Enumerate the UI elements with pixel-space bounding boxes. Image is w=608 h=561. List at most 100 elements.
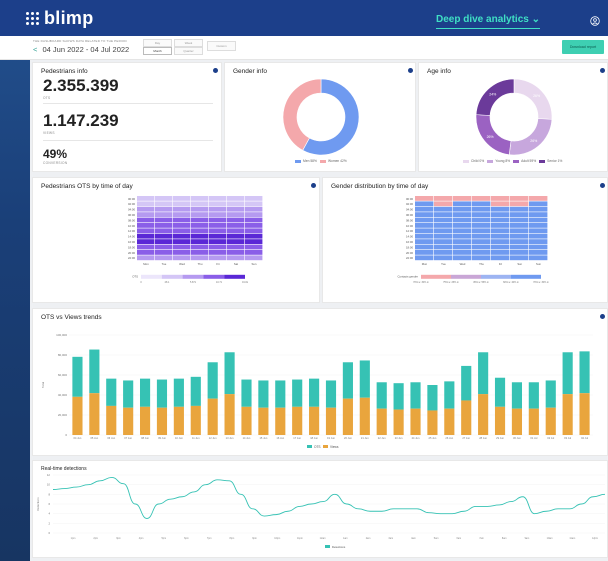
day-label: Thu xyxy=(198,262,203,266)
heatmap-cell xyxy=(453,244,472,250)
heatmap-cell xyxy=(155,212,173,217)
bar-ots xyxy=(139,378,151,407)
period-selector[interactable]: < 04 Jun 2022 - 04 Jul 2022 xyxy=(33,45,129,54)
heatmap-cell xyxy=(173,233,191,239)
heatmap-cell xyxy=(434,239,453,244)
donut-slice-label: 26% xyxy=(487,135,494,139)
heatmap-cell xyxy=(434,206,453,212)
heatmap-cell xyxy=(227,196,245,201)
x-tick: 04 Jun xyxy=(74,436,82,440)
heatmap-cell xyxy=(137,201,155,207)
y-tick: 100,000 xyxy=(56,333,67,337)
blimp-logo[interactable]: blimp xyxy=(26,8,94,29)
heatmap-cell xyxy=(227,239,245,244)
hour-label: 00:00 xyxy=(128,197,135,201)
bar-views xyxy=(241,406,252,435)
bar-ots xyxy=(376,382,387,409)
donut-slice-d xyxy=(475,78,515,116)
x-tick: 11 Jun xyxy=(192,436,200,440)
info-icon[interactable] xyxy=(408,68,413,73)
heatmap-cell xyxy=(472,255,491,261)
hour-label: 00:00 xyxy=(406,197,413,201)
heatmap-cell xyxy=(472,233,491,239)
heatmap-cell xyxy=(209,244,227,250)
heatmap-cell xyxy=(209,212,227,217)
heatmap-cell xyxy=(472,250,491,255)
heatmap-cell xyxy=(415,196,434,201)
bar-views xyxy=(275,407,286,435)
scale-tick: 70% w. 30% m xyxy=(533,281,549,284)
heatmap-cell xyxy=(209,223,227,228)
heatmap-cell xyxy=(227,255,245,261)
heatmap-cell xyxy=(191,206,209,212)
heatmap-cell xyxy=(529,212,548,217)
ots-value: 2.355.399 xyxy=(43,76,119,95)
day-label: Sun xyxy=(252,262,257,266)
x-tick: 6am xyxy=(456,537,461,540)
heatmap-cell xyxy=(491,228,510,234)
heatmap-cell xyxy=(453,212,472,217)
heatmap-cell xyxy=(510,250,529,255)
bar-ots xyxy=(241,379,252,407)
info-icon[interactable] xyxy=(213,68,218,73)
age-info-card: Age info 26% 26% 26% 24% Child 0% Young 8% … xyxy=(418,62,608,172)
segment-quarter[interactable]: Quarter xyxy=(174,47,203,55)
heatmap-cell xyxy=(227,206,245,212)
chevron-left-icon[interactable]: < xyxy=(33,45,37,54)
heatmap-cell xyxy=(453,223,472,228)
bar-views xyxy=(444,408,455,435)
heatmap-cell xyxy=(510,196,529,201)
bar-views xyxy=(139,406,151,435)
x-tick: 22 Jun xyxy=(378,436,386,440)
hour-label: 04:00 xyxy=(128,208,135,212)
info-icon[interactable] xyxy=(311,183,316,188)
segment-month[interactable]: Month xyxy=(143,47,172,55)
heatmap-cell xyxy=(415,217,434,223)
heatmap-cell xyxy=(510,206,529,212)
heatmap-cell xyxy=(491,250,510,255)
heatmap-cell xyxy=(173,244,191,250)
heatmap-cell xyxy=(415,244,434,250)
info-icon[interactable] xyxy=(600,183,605,188)
bar-ots xyxy=(478,352,489,395)
heatmap-cell xyxy=(472,244,491,250)
heatmap-cell xyxy=(472,217,491,223)
segment-day[interactable]: Day xyxy=(143,39,172,47)
x-tick: 05 Jun xyxy=(90,436,98,440)
x-tick: 5am xyxy=(434,537,439,540)
x-tick: 9am xyxy=(525,537,530,540)
heatmap-cell xyxy=(472,201,491,207)
heatmap-cell xyxy=(472,223,491,228)
bar-ots xyxy=(427,385,438,411)
bar-ots xyxy=(309,378,320,407)
scale-tick: 75% w. 25% m xyxy=(443,281,459,284)
view-selector-dropdown[interactable]: Deep dive analytics ⌄ xyxy=(436,14,540,29)
period-range: 04 Jun 2022 - 04 Jul 2022 xyxy=(42,45,130,54)
bar-views xyxy=(359,397,370,435)
heatmap-cell xyxy=(227,233,245,239)
segment-week[interactable]: Week xyxy=(174,39,203,47)
scale-segment xyxy=(203,274,225,279)
x-tick: 06 Jun xyxy=(107,436,115,440)
heatmap-cell xyxy=(209,239,227,244)
real-time-line-chart: 12 10 8 6 4 2 0 Detections 1pm 2pm 3pm 4pm 5pm 6pm 7pm… xyxy=(36,473,606,549)
info-icon[interactable] xyxy=(600,68,605,73)
download-report-button[interactable]: Download report xyxy=(562,40,604,54)
ots-vs-views-card: OTS vs Views trends 100,000 80,000 60,000 4… xyxy=(32,308,608,456)
heatmap-cell xyxy=(209,196,227,201)
hour-label: 02:00 xyxy=(128,202,135,206)
heatmap-cell xyxy=(227,223,245,228)
top-navigation-bar: blimp Deep dive analytics ⌄ xyxy=(0,0,608,36)
heatmap-cell xyxy=(510,217,529,223)
bar-views xyxy=(173,406,184,435)
gender-legend: Men 58% Women 42% xyxy=(295,159,347,163)
scale-segment xyxy=(141,274,162,279)
info-icon[interactable] xyxy=(600,314,605,319)
heatmap-cell xyxy=(491,217,510,223)
hour-label: 14:00 xyxy=(406,235,413,239)
user-account-icon[interactable] xyxy=(590,16,600,26)
donut-slice-women xyxy=(282,78,322,151)
heatmap-cell xyxy=(209,206,227,212)
segment-custom[interactable]: Custom xyxy=(207,41,236,51)
heatmap-cell xyxy=(245,250,263,255)
